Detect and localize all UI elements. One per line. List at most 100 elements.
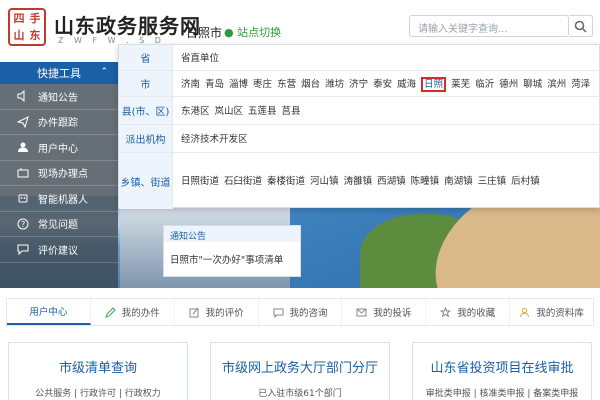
region-option[interactable]: 后村镇 bbox=[511, 174, 540, 189]
tab-my-reviews[interactable]: 我的评价 bbox=[175, 299, 259, 325]
sidebar-item-label: 用户中心 bbox=[38, 143, 78, 155]
search-input[interactable]: 请输入关键字查询... bbox=[409, 15, 569, 37]
region-row-label: 县(市、区) bbox=[119, 97, 173, 124]
region-row-label: 市 bbox=[119, 71, 173, 96]
page: 四 手 山 东 山东政务服务网 Z W F W . S D 日照市 ● 站点切换… bbox=[0, 0, 600, 400]
region-option[interactable]: 五莲县 bbox=[248, 104, 277, 119]
chat-icon bbox=[273, 307, 284, 318]
region-option[interactable]: 临沂 bbox=[475, 77, 494, 92]
sidebar-item-feedback[interactable]: 评价建议 bbox=[0, 237, 118, 263]
region-option[interactable]: 莱芜 bbox=[451, 77, 470, 92]
card-subtitle: 公共服务 | 行政许可 | 行政权力 bbox=[35, 389, 161, 399]
location-pin-icon: ● bbox=[224, 26, 234, 39]
region-selector-dropdown: 省 省直单位 市 济南 青岛 淄博 枣庄 东营 烟台 潍坊 济宁 泰安 威海 日… bbox=[118, 44, 600, 209]
region-option[interactable]: 经济技术开发区 bbox=[181, 132, 248, 147]
region-option[interactable]: 枣庄 bbox=[253, 77, 272, 92]
region-option[interactable]: 烟台 bbox=[301, 77, 320, 92]
sidebar-item-user-center[interactable]: 用户中心 bbox=[0, 135, 118, 161]
region-option[interactable]: 潍坊 bbox=[325, 77, 344, 92]
region-option[interactable]: 济南 bbox=[181, 77, 200, 92]
location-icon bbox=[16, 166, 30, 180]
region-row-town: 乡镇、街道 日照街道 石臼街道 秦楼街道 河山镇 涛雒镇 西湖镇 陈疃镇 南湖镇… bbox=[119, 153, 600, 209]
pencil-icon bbox=[104, 306, 116, 318]
user-tabs-bar: 用户中心 我的办件 我的评价 我的咨询 我的投诉 我的收藏 我的资料库 bbox=[6, 298, 594, 326]
sidebar-header[interactable]: 快捷工具 ⌃ bbox=[0, 62, 118, 84]
seal-char: 四 bbox=[13, 12, 25, 25]
speaker-icon bbox=[16, 89, 30, 103]
region-option[interactable]: 秦楼街道 bbox=[267, 174, 305, 189]
tab-my-cases[interactable]: 我的办件 bbox=[91, 299, 175, 325]
comment-icon bbox=[16, 242, 30, 256]
region-option[interactable]: 河山镇 bbox=[310, 174, 339, 189]
region-row-province: 省 省直单位 bbox=[119, 45, 600, 71]
region-option[interactable]: 青岛 bbox=[205, 77, 224, 92]
region-option[interactable]: 东港区 bbox=[181, 104, 210, 119]
card-city-list-query[interactable]: 市级清单查询 公共服务 | 行政许可 | 行政权力 bbox=[8, 342, 188, 400]
svg-text:?: ? bbox=[21, 220, 25, 229]
region-option[interactable]: 西湖镇 bbox=[377, 174, 406, 189]
region-option[interactable]: 东营 bbox=[277, 77, 296, 92]
sidebar-header-label: 快捷工具 bbox=[37, 67, 81, 80]
region-row-values: 日照街道 石臼街道 秦楼街道 河山镇 涛雒镇 西湖镇 陈疃镇 南湖镇 三庄镇 后… bbox=[173, 153, 600, 209]
region-option[interactable]: 涛雒镇 bbox=[344, 174, 373, 189]
notice-panel: 通知公告 日照市"一次办好"事项清单 bbox=[163, 225, 301, 277]
seal-char: 东 bbox=[29, 29, 41, 42]
region-option[interactable]: 日照街道 bbox=[181, 174, 219, 189]
user-icon bbox=[16, 140, 30, 154]
tab-label: 我的评价 bbox=[205, 308, 244, 319]
site-title[interactable]: 山东政务服务网 bbox=[54, 10, 201, 39]
region-option[interactable]: 济宁 bbox=[349, 77, 368, 92]
tab-my-inquiries[interactable]: 我的咨询 bbox=[259, 299, 343, 325]
region-option[interactable]: 菏泽 bbox=[571, 77, 590, 92]
region-option[interactable]: 莒县 bbox=[282, 104, 301, 119]
region-row-values: 东港区 岚山区 五莲县 莒县 bbox=[173, 97, 600, 124]
region-option-selected[interactable]: 日照 bbox=[421, 76, 447, 92]
sidebar-item-robot[interactable]: 智能机器人 bbox=[0, 186, 118, 212]
region-option[interactable]: 滨州 bbox=[547, 77, 566, 92]
seal-char: 手 bbox=[29, 12, 41, 25]
region-option[interactable]: 聊城 bbox=[523, 77, 542, 92]
tab-label: 我的收藏 bbox=[457, 308, 496, 319]
tab-user-center[interactable]: 用户中心 bbox=[7, 299, 91, 325]
region-option[interactable]: 威海 bbox=[397, 77, 416, 92]
tab-label: 我的咨询 bbox=[289, 308, 328, 319]
notice-item-link[interactable]: 日照市"一次办好"事项清单 bbox=[164, 242, 300, 276]
region-option[interactable]: 南湖镇 bbox=[444, 174, 473, 189]
region-option[interactable]: 德州 bbox=[499, 77, 518, 92]
switch-site-link[interactable]: ● 站点切换 bbox=[224, 24, 281, 40]
card-title: 山东省投资项目在线审批 bbox=[430, 361, 574, 376]
tab-label: 我的资料库 bbox=[536, 308, 584, 319]
region-option[interactable]: 陈疃镇 bbox=[411, 174, 440, 189]
tab-my-complaints[interactable]: 我的投诉 bbox=[342, 299, 427, 325]
region-row-label: 乡镇、街道 bbox=[119, 153, 173, 209]
sidebar-item-label: 评价建议 bbox=[38, 245, 78, 257]
notice-header[interactable]: 通知公告 bbox=[164, 226, 300, 242]
sidebar-item-label: 常见问题 bbox=[38, 220, 78, 232]
sidebar-item-label: 智能机器人 bbox=[38, 194, 88, 206]
card-title: 市级网上政务大厅部门分厅 bbox=[221, 361, 378, 376]
tab-label: 我的投诉 bbox=[373, 308, 412, 319]
region-option[interactable]: 泰安 bbox=[373, 77, 392, 92]
tab-my-library[interactable]: 我的资料库 bbox=[510, 299, 593, 325]
card-subtitle: 已入驻市级61个部门 bbox=[258, 389, 342, 399]
region-option[interactable]: 岚山区 bbox=[215, 104, 244, 119]
sidebar-item-service-point[interactable]: 现场办理点 bbox=[0, 161, 118, 186]
sidebar-item-tracking[interactable]: 办件跟踪 bbox=[0, 110, 118, 135]
region-row-values: 经济技术开发区 bbox=[173, 125, 600, 152]
region-option[interactable]: 石臼街道 bbox=[224, 174, 262, 189]
send-icon bbox=[16, 115, 30, 129]
chevron-up-icon: ⌃ bbox=[100, 67, 108, 77]
card-department-halls[interactable]: 市级网上政务大厅部门分厅 已入驻市级61个部门 bbox=[210, 342, 390, 400]
site-logo-seal[interactable]: 四 手 山 东 bbox=[8, 8, 46, 46]
card-investment-approval[interactable]: 山东省投资项目在线审批 审批类申报 | 核准类申报 | 备案类申报 bbox=[412, 342, 592, 400]
region-option[interactable]: 三庄镇 bbox=[478, 174, 507, 189]
sidebar-item-notice[interactable]: 通知公告 bbox=[0, 84, 118, 110]
region-option[interactable]: 淄博 bbox=[229, 77, 248, 92]
sidebar-item-faq[interactable]: ? 常见问题 bbox=[0, 212, 118, 237]
search-button[interactable] bbox=[569, 15, 593, 37]
tab-my-favorites[interactable]: 我的收藏 bbox=[426, 299, 511, 325]
tab-label: 我的办件 bbox=[121, 308, 160, 319]
region-row-county: 县(市、区) 东港区 岚山区 五莲县 莒县 bbox=[119, 97, 600, 125]
region-option[interactable]: 省直单位 bbox=[181, 51, 219, 66]
edit-icon bbox=[189, 307, 200, 318]
